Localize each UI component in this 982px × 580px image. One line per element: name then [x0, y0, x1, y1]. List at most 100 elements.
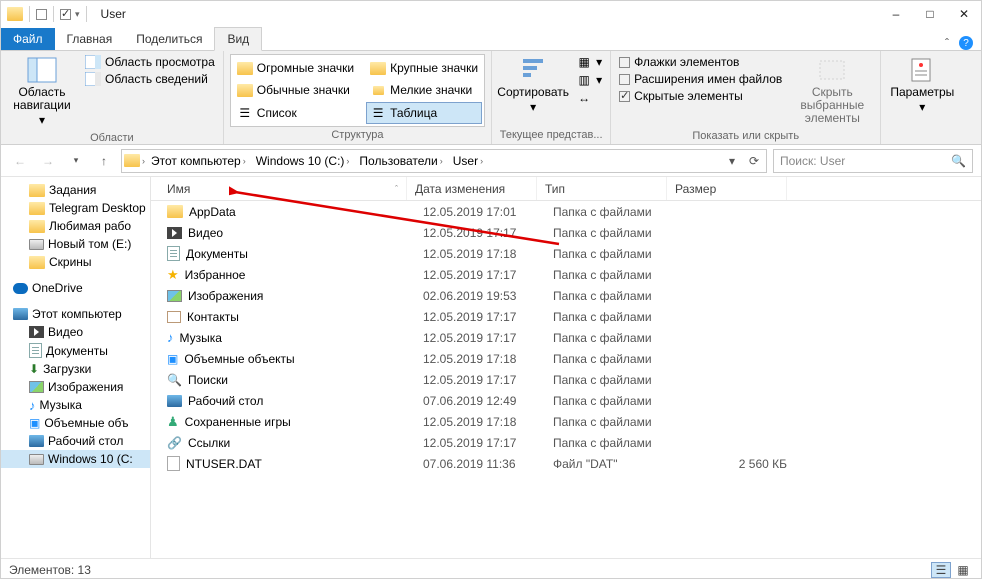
group-label-panes: Области: [7, 130, 217, 146]
status-view-details[interactable]: ☰: [931, 562, 951, 578]
title-bar: ▾ User – □ ✕: [1, 1, 981, 27]
layout-list[interactable]: ☰Список: [233, 102, 358, 124]
search-box[interactable]: Поиск: User 🔍: [773, 149, 973, 173]
file-row[interactable]: Контакты 12.05.2019 17:17 Папка с файлам…: [151, 306, 981, 327]
file-row[interactable]: Изображения 02.06.2019 19:53 Папка с фай…: [151, 285, 981, 306]
col-size[interactable]: Размер: [667, 177, 787, 200]
chevron-down-icon: ▾: [530, 101, 536, 114]
tree-item[interactable]: Скрины: [1, 253, 150, 271]
tree-item[interactable]: ▣Объемные объ: [1, 414, 150, 432]
preview-pane-button[interactable]: Область просмотра: [83, 54, 217, 70]
col-name[interactable]: Имяˆ: [151, 177, 407, 200]
crumb-c-drive[interactable]: Windows 10 (C:)›: [252, 154, 354, 168]
file-row[interactable]: ♪Музыка 12.05.2019 17:17 Папка с файлами: [151, 327, 981, 348]
file-row[interactable]: AppData 12.05.2019 17:01 Папка с файлами: [151, 201, 981, 222]
qat-checkbox-2[interactable]: [60, 9, 71, 20]
tree-item[interactable]: Задания: [1, 181, 150, 199]
tab-file[interactable]: Файл: [1, 28, 55, 50]
tab-home[interactable]: Главная: [55, 28, 125, 50]
file-row[interactable]: 🔗Ссылки 12.05.2019 17:17 Папка с файлами: [151, 432, 981, 453]
group-label-show-hide: Показать или скрыть: [617, 128, 874, 144]
search-icon: 🔍: [951, 154, 966, 168]
status-bar: Элементов: 13 ☰ ▦: [1, 558, 981, 580]
address-bar-row: ← → ▾ ↑ › Этот компьютер› Windows 10 (C:…: [1, 145, 981, 177]
up-button[interactable]: ↑: [93, 150, 115, 172]
tree-item[interactable]: Документы: [1, 341, 150, 360]
file-row[interactable]: ★Избранное 12.05.2019 17:17 Папка с файл…: [151, 264, 981, 285]
qat-dropdown-icon[interactable]: ▾: [75, 9, 80, 20]
filename-ext-toggle[interactable]: Расширения имен файлов: [617, 71, 784, 87]
ribbon: Область навигации ▾ Область просмотра Об…: [1, 51, 981, 145]
tree-this-pc[interactable]: Этот компьютер: [1, 305, 150, 323]
ribbon-group-options: Параметры ▾: [881, 51, 963, 144]
app-folder-icon: [7, 7, 23, 21]
tree-item[interactable]: Видео: [1, 323, 150, 341]
tree-item[interactable]: ⬇Загрузки: [1, 360, 150, 378]
crumb-this-pc[interactable]: Этот компьютер›: [147, 154, 250, 168]
tree-onedrive[interactable]: OneDrive: [1, 279, 150, 297]
layout-huge-icons[interactable]: Огромные значки: [233, 57, 358, 79]
minimize-button[interactable]: –: [879, 1, 913, 27]
tree-item[interactable]: Изображения: [1, 378, 150, 396]
status-view-thumbs[interactable]: ▦: [953, 562, 973, 578]
address-dropdown[interactable]: ▾: [722, 154, 742, 168]
hide-selected-button[interactable]: Скрыть выбранные элементы: [790, 54, 874, 128]
layout-gallery[interactable]: Огромные значки Крупные значки Обычные з…: [230, 54, 485, 127]
file-row[interactable]: ♟Сохраненные игры 12.05.2019 17:18 Папка…: [151, 411, 981, 432]
col-date[interactable]: Дата изменения: [407, 177, 537, 200]
options-label: Параметры: [890, 86, 954, 99]
file-row[interactable]: 🔍Поиски 12.05.2019 17:17 Папка с файлами: [151, 369, 981, 390]
maximize-button[interactable]: □: [913, 1, 947, 27]
address-folder-icon: [124, 154, 140, 167]
tab-view[interactable]: Вид: [214, 27, 262, 51]
hidden-items-toggle[interactable]: Скрытые элементы: [617, 88, 784, 104]
group-by-button[interactable]: ▦▾: [574, 54, 604, 70]
back-button[interactable]: ←: [9, 150, 31, 172]
size-columns-button[interactable]: ↔: [574, 90, 604, 106]
help-icon[interactable]: ?: [959, 36, 973, 50]
refresh-button[interactable]: ⟳: [744, 154, 764, 168]
file-row[interactable]: NTUSER.DAT 07.06.2019 11:36 Файл "DAT" 2…: [151, 453, 981, 474]
column-headers[interactable]: Имяˆ Дата изменения Тип Размер: [151, 177, 981, 201]
layout-small-icons[interactable]: Мелкие значки: [366, 79, 482, 101]
tab-share[interactable]: Поделиться: [124, 28, 214, 50]
tree-item[interactable]: ♪Музыка: [1, 396, 150, 414]
ribbon-group-panes: Область навигации ▾ Область просмотра Об…: [1, 51, 224, 144]
file-row[interactable]: Рабочий стол 07.06.2019 12:49 Папка с фа…: [151, 390, 981, 411]
col-type[interactable]: Тип: [537, 177, 667, 200]
file-row[interactable]: ▣Объемные объекты 12.05.2019 17:18 Папка…: [151, 348, 981, 369]
file-list: Имяˆ Дата изменения Тип Размер AppData 1…: [151, 177, 981, 558]
item-count: Элементов: 13: [9, 563, 91, 577]
sort-label: Сортировать: [497, 86, 569, 99]
add-columns-button[interactable]: ▥▾: [574, 72, 604, 88]
nav-pane-button[interactable]: Область навигации ▾: [7, 54, 77, 130]
hide-selected-label: Скрыть выбранные элементы: [792, 86, 872, 126]
tree-item[interactable]: Любимая рабо: [1, 217, 150, 235]
tree-item[interactable]: Рабочий стол: [1, 432, 150, 450]
ribbon-tabs: Файл Главная Поделиться Вид ˆ ?: [1, 27, 981, 51]
forward-button[interactable]: →: [37, 150, 59, 172]
tree-item[interactable]: Новый том (E:): [1, 235, 150, 253]
crumb-user[interactable]: User›: [449, 154, 487, 168]
details-pane-button[interactable]: Область сведений: [83, 71, 217, 87]
qat-checkbox-1[interactable]: [36, 9, 47, 20]
file-row[interactable]: Видео 12.05.2019 17:17 Папка с файлами: [151, 222, 981, 243]
collapse-ribbon-icon[interactable]: ˆ: [945, 36, 949, 50]
sort-button[interactable]: Сортировать ▾: [498, 54, 568, 127]
crumb-users[interactable]: Пользователи›: [355, 154, 446, 168]
recent-dropdown[interactable]: ▾: [65, 150, 87, 172]
options-button[interactable]: Параметры ▾: [887, 54, 957, 127]
close-button[interactable]: ✕: [947, 1, 981, 27]
navigation-tree[interactable]: ЗаданияTelegram DesktорЛюбимая рабоНовый…: [1, 177, 151, 558]
ribbon-group-show-hide: Флажки элементов Расширения имен файлов …: [611, 51, 881, 144]
layout-large-icons[interactable]: Крупные значки: [366, 57, 482, 79]
chevron-down-icon: ▾: [919, 101, 925, 114]
layout-medium-icons[interactable]: Обычные значки: [233, 79, 358, 101]
tree-item[interactable]: Windows 10 (C:: [1, 450, 150, 468]
item-checkboxes-toggle[interactable]: Флажки элементов: [617, 54, 784, 70]
address-bar[interactable]: › Этот компьютер› Windows 10 (C:)› Польз…: [121, 149, 767, 173]
tree-item[interactable]: Telegram Desktор: [1, 199, 150, 217]
nav-pane-label: Область навигации: [9, 86, 75, 112]
layout-details[interactable]: ☰Таблица: [366, 102, 482, 124]
file-row[interactable]: Документы 12.05.2019 17:18 Папка с файла…: [151, 243, 981, 264]
